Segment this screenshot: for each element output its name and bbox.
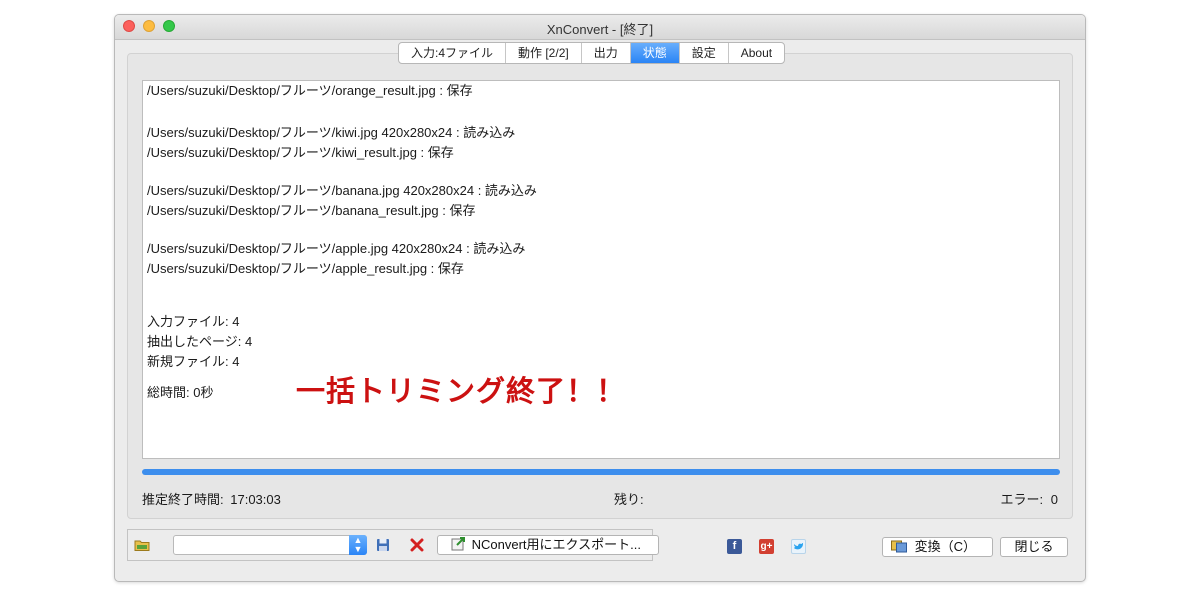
preset-toolbar: ▲ ▼ NConvert用にエクスポート...: [127, 529, 659, 561]
combo-arrows-icon[interactable]: ▲ ▼: [349, 535, 367, 555]
title-bar: XnConvert - [終了]: [115, 15, 1085, 40]
tab-bar: 入力:4ファイル 動作 [2/2] 出力 状態 設定 About: [398, 42, 786, 64]
progress-bar: [142, 469, 1060, 475]
error-label: エラー:: [1000, 492, 1044, 507]
remaining-label: 残り:: [614, 492, 644, 507]
convert-label: 変換（C）: [914, 539, 977, 554]
tab-status[interactable]: 状態: [630, 43, 680, 63]
summary-input-files: 入力ファイル: 4: [147, 314, 240, 329]
facebook-icon[interactable]: f: [727, 539, 742, 554]
estimated-end-time: 推定終了時間: 17:03:03: [142, 489, 281, 508]
summary-total-time: 総時間: 0秒: [147, 385, 214, 400]
google-plus-icon[interactable]: g+: [759, 539, 774, 554]
export-nconvert-button[interactable]: NConvert用にエクスポート...: [437, 535, 659, 555]
log-line: /Users/suzuki/Desktop/フルーツ/apple_result.…: [147, 261, 464, 276]
estimated-end-value: 17:03:03: [230, 492, 281, 507]
floppy-disk-icon[interactable]: [374, 536, 392, 554]
tab-actions[interactable]: 動作 [2/2]: [506, 43, 582, 63]
red-x-icon[interactable]: [408, 536, 426, 554]
window-title: XnConvert - [終了]: [546, 22, 654, 37]
remaining-time: 残り:: [614, 489, 644, 508]
log-line: /Users/suzuki/Desktop/フルーツ/banana.jpg 42…: [147, 183, 537, 198]
status-panel: /Users/suzuki/Desktop/フルーツ/orange_result…: [127, 53, 1073, 519]
log-line: /Users/suzuki/Desktop/フルーツ/apple.jpg 420…: [147, 241, 526, 256]
export-icon: [450, 537, 466, 551]
convert-button[interactable]: 変換（C）: [882, 537, 993, 557]
summary-new-files: 新規ファイル: 4: [147, 354, 240, 369]
preset-combo[interactable]: ▲ ▼: [173, 535, 367, 555]
summary-extracted-pages: 抽出したページ: 4: [147, 334, 253, 349]
tab-output[interactable]: 出力: [582, 43, 631, 63]
log-view[interactable]: /Users/suzuki/Desktop/フルーツ/orange_result…: [142, 80, 1060, 459]
export-label: NConvert用にエクスポート...: [471, 537, 641, 552]
close-label: 閉じる: [1014, 539, 1054, 554]
folder-icon[interactable]: [133, 536, 151, 554]
xnconvert-window: XnConvert - [終了] 入力:4ファイル 動作 [2/2] 出力 状態…: [114, 14, 1086, 582]
log-line: /Users/suzuki/Desktop/フルーツ/kiwi_result.j…: [147, 145, 454, 160]
estimated-end-label: 推定終了時間:: [142, 492, 224, 507]
tab-about[interactable]: About: [729, 43, 784, 63]
error-value: 0: [1050, 492, 1058, 507]
close-button[interactable]: 閉じる: [1000, 537, 1068, 557]
tab-settings[interactable]: 設定: [680, 43, 729, 63]
log-line: /Users/suzuki/Desktop/フルーツ/kiwi.jpg 420x…: [147, 125, 516, 140]
completion-annotation: 一括トリミング終了！！: [296, 376, 627, 408]
error-count: エラー: 0: [1001, 489, 1058, 508]
convert-icon: [891, 539, 907, 553]
twitter-icon[interactable]: [791, 539, 806, 554]
log-line: /Users/suzuki/Desktop/フルーツ/orange_result…: [147, 83, 473, 98]
tab-input[interactable]: 入力:4ファイル: [399, 43, 507, 63]
log-line: /Users/suzuki/Desktop/フルーツ/banana_result…: [147, 203, 476, 218]
